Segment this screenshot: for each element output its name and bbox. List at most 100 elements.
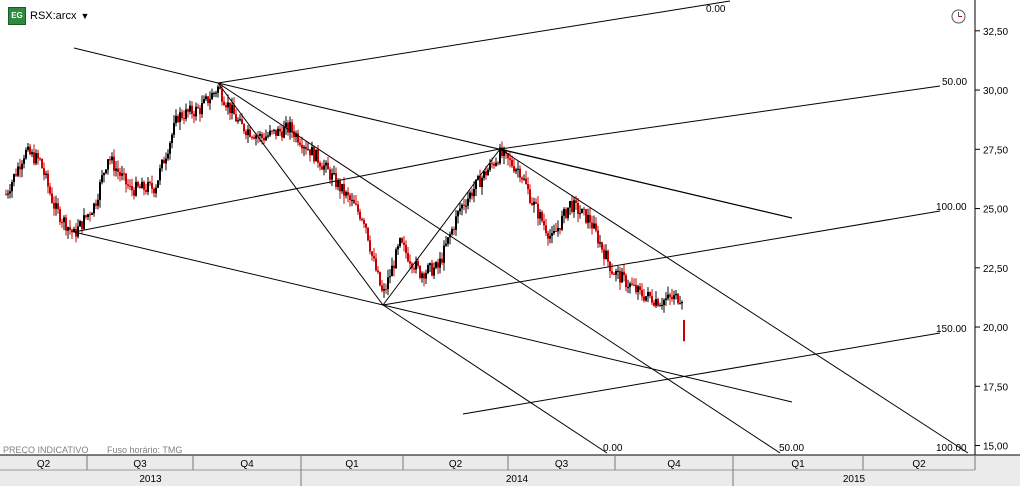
candle-body — [179, 112, 181, 123]
trend-line[interactable] — [73, 47, 219, 84]
candle-body — [157, 180, 159, 188]
candle-body — [65, 217, 67, 231]
chart-svg: 0.00 50.00 100.00 150.00 0.00 50.00 100.… — [0, 0, 1020, 486]
candle-body — [563, 209, 565, 216]
candle-body — [663, 299, 665, 306]
fib-labels: 0.00 50.00 100.00 150.00 0.00 50.00 100.… — [603, 4, 967, 454]
candle-body — [45, 173, 47, 176]
candle-body — [333, 173, 335, 175]
candle-body — [631, 283, 633, 285]
candle-body — [587, 214, 589, 223]
candle-body — [573, 200, 575, 212]
candle-body — [41, 158, 43, 169]
candle-body — [365, 223, 367, 228]
candle-body — [671, 296, 673, 299]
candle-body — [19, 166, 21, 170]
trend-line[interactable] — [217, 82, 781, 454]
candle-body — [381, 285, 383, 291]
candle-body — [203, 99, 205, 104]
candle-body — [271, 130, 273, 132]
candle-body — [235, 114, 237, 122]
x-tick-label: Q4 — [667, 459, 681, 470]
candle-body — [567, 207, 569, 218]
candle-body — [275, 129, 277, 136]
candle-body — [673, 295, 675, 299]
candle-body — [369, 240, 371, 252]
trend-line[interactable] — [382, 148, 501, 306]
trend-line[interactable] — [499, 148, 969, 454]
candle-body — [361, 218, 363, 221]
candle-body — [117, 168, 119, 173]
candle-body — [615, 271, 617, 275]
candle-body — [89, 214, 91, 216]
candle-body — [517, 168, 519, 170]
candle-body — [429, 263, 431, 266]
candle-body — [421, 273, 423, 278]
candle-body — [259, 133, 261, 136]
candle-body — [485, 171, 487, 176]
candle-body — [161, 159, 163, 169]
candle-body — [109, 159, 111, 161]
trend-line[interactable] — [382, 210, 941, 306]
candle-body — [495, 162, 497, 166]
candle-body — [245, 131, 247, 136]
candle-body — [37, 153, 39, 159]
candle-body — [251, 136, 253, 138]
candle-body — [231, 104, 233, 114]
candle-body — [15, 174, 17, 176]
candle-body — [445, 243, 447, 246]
trend-line[interactable] — [382, 304, 793, 403]
candle-body — [249, 129, 251, 137]
candle-body — [601, 242, 603, 250]
candle-body — [299, 142, 301, 145]
candle-body — [147, 182, 149, 192]
candle-body — [651, 296, 653, 303]
candle-body — [577, 202, 579, 214]
candle-body — [49, 186, 51, 194]
app-logo-icon: EG — [8, 7, 26, 25]
candle-body — [253, 137, 255, 139]
x-tick-label: Q2 — [449, 459, 463, 470]
candle-body — [351, 199, 353, 201]
timezone-note: Fuso horário: TMG — [107, 445, 182, 455]
y-tick-label: 15,00 — [983, 442, 1008, 453]
candle-body — [405, 244, 407, 254]
clock-icon[interactable] — [951, 9, 966, 24]
candle-body — [121, 173, 123, 176]
candle-body — [335, 173, 337, 187]
trend-line[interactable] — [73, 148, 501, 233]
candle-body — [345, 191, 347, 196]
symbol-label[interactable]: RSX:arcx — [30, 10, 76, 22]
candle-body — [199, 108, 201, 115]
candle-body — [393, 265, 395, 269]
x-tick-label: Q1 — [345, 459, 359, 470]
trend-line[interactable] — [499, 148, 793, 219]
candle-body — [617, 270, 619, 272]
candle-body — [559, 228, 561, 230]
candle-body — [357, 204, 359, 212]
candle-body — [11, 182, 13, 192]
candle-body — [151, 182, 153, 189]
candle-body — [145, 189, 147, 192]
candle-body — [47, 173, 49, 187]
candle-body — [167, 153, 169, 159]
candle-body — [585, 209, 587, 223]
trend-line[interactable] — [382, 304, 608, 454]
candle-body — [263, 137, 265, 141]
candle-body — [67, 227, 69, 231]
candle-body — [451, 229, 453, 235]
chevron-down-icon[interactable]: ▼ — [80, 11, 89, 21]
candle-body — [181, 112, 183, 119]
candle-body — [535, 201, 537, 204]
fib-label-bottom-50: 50.00 — [779, 443, 804, 454]
y-tick-label: 20,00 — [983, 323, 1008, 334]
candle-body — [647, 292, 649, 297]
candle-body — [653, 302, 655, 306]
candle-body — [169, 143, 171, 154]
trend-line[interactable] — [499, 85, 941, 150]
candle-body — [387, 277, 389, 290]
candle-body — [287, 122, 289, 133]
trend-line[interactable] — [217, 0, 731, 84]
candle-body — [481, 177, 483, 187]
candle-body — [313, 147, 315, 162]
